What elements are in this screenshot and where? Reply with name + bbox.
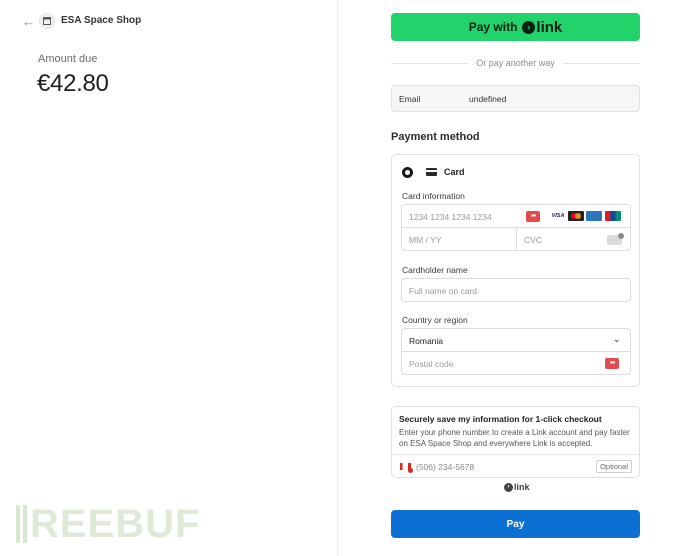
watermark-logo-bars [16, 505, 27, 543]
freebuf-watermark: REEBUF [16, 504, 200, 544]
chevron-down-icon: ⌄ [613, 334, 621, 344]
expiry-placeholder: MM / YY [409, 235, 442, 245]
watermark-text: REEBUF [30, 502, 201, 546]
cardholder-input[interactable]: Full name on card [401, 278, 631, 302]
card-payment-form: Card Card information 1234 1234 1234 123… [391, 154, 640, 387]
link-save-info-box: Securely save my information for 1-click… [391, 406, 640, 478]
card-number-placeholder: 1234 1234 1234 1234 [409, 212, 492, 222]
payment-panel: Pay with › link Or pay another way Email… [339, 0, 690, 556]
store-icon [39, 13, 55, 29]
country-value: Romania [409, 336, 444, 346]
link-arrow-icon: › [504, 482, 513, 492]
expiry-input[interactable]: MM / YY [401, 227, 517, 251]
flag-badge-icon [408, 468, 413, 473]
amount-due-value: €42.80 [37, 70, 109, 97]
cardholder-placeholder: Full name on card [409, 286, 478, 296]
autofill-icon[interactable]: ••• [605, 358, 619, 369]
link-word: link [536, 18, 563, 36]
mastercard-icon [568, 211, 584, 221]
email-field[interactable]: Email undefined [391, 85, 640, 112]
save-info-title: Securely save my information for 1-click… [399, 414, 602, 424]
phone-placeholder: (506) 234-5678 [416, 462, 475, 472]
amount-due-label: Amount due [38, 53, 98, 65]
cvc-card-icon [607, 233, 624, 245]
autofill-icon[interactable]: ••• [526, 211, 540, 222]
card-icon [426, 168, 437, 176]
optional-badge: Optional [596, 460, 632, 473]
pay-with-label: Pay with [468, 20, 518, 34]
order-summary-panel: ← ESA Space Shop Amount due €42.80 REEBU… [0, 0, 338, 556]
cvc-placeholder: CVC [524, 235, 542, 245]
link-footer-word: link [514, 482, 530, 492]
cardholder-label: Cardholder name [402, 265, 468, 275]
email-label: Email [399, 94, 421, 104]
back-arrow-icon[interactable]: ← [22, 15, 36, 29]
postal-code-input[interactable]: Postal code ••• [401, 351, 631, 375]
card-method-label: Card [444, 167, 465, 177]
save-info-description: Enter your phone number to create a Link… [399, 428, 630, 448]
visa-icon: VISA [550, 211, 566, 221]
pay-button[interactable]: Pay [391, 510, 640, 538]
link-footer-logo: › link [504, 482, 530, 492]
card-info-label: Card information [402, 191, 465, 201]
link-logo: › link [522, 19, 562, 36]
country-select[interactable]: Romania ⌄ [401, 328, 631, 352]
or-divider: Or pay another way [391, 56, 641, 70]
link-arrow-icon: › [522, 20, 536, 34]
card-radio[interactable] [402, 167, 413, 178]
cvc-input[interactable]: CVC [516, 227, 631, 251]
country-label: Country or region [402, 315, 468, 325]
pay-button-label: Pay [506, 518, 525, 530]
amex-icon [586, 211, 602, 221]
phone-input[interactable]: (506) 234-5678 Optional [392, 454, 639, 478]
payment-method-title: Payment method [391, 131, 480, 143]
card-number-input[interactable]: 1234 1234 1234 1234 ••• VISA [401, 204, 631, 228]
unionpay-icon [605, 211, 621, 221]
postal-placeholder: Postal code [409, 359, 454, 369]
email-value: undefined [469, 94, 507, 104]
store-name[interactable]: ESA Space Shop [61, 15, 141, 26]
pay-with-link-button[interactable]: Pay with › link [391, 13, 640, 41]
divider-text: Or pay another way [476, 58, 555, 68]
